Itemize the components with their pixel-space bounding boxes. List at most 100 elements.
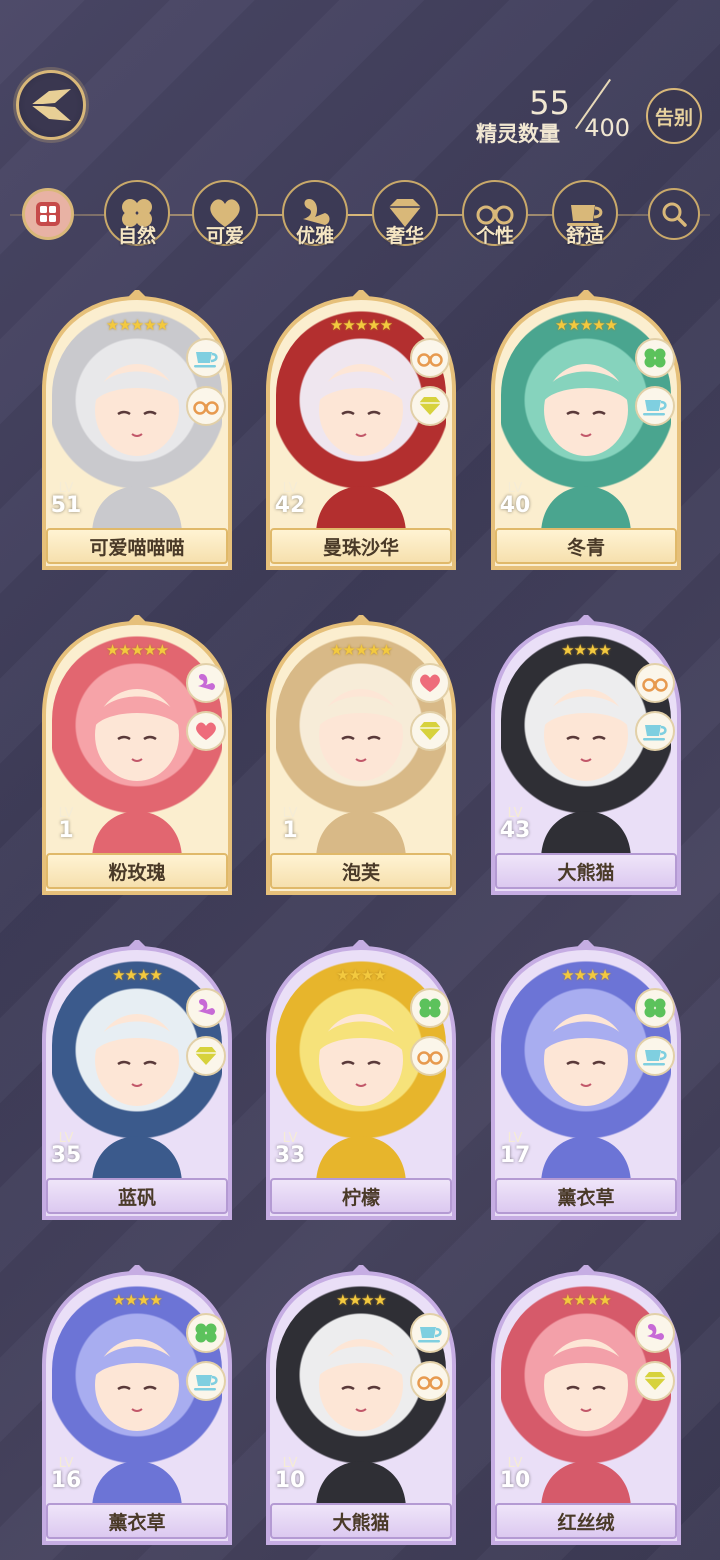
level-value: 10 [274,1468,306,1493]
filter-comfort-button[interactable]: 舒适 [552,180,618,247]
spirit-card[interactable]: ★★★★ LV 35 蓝矾 [42,940,232,1220]
spirit-card[interactable]: ★★★★ LV 16 薰衣草 [42,1265,232,1545]
heart-tag-icon [186,711,226,751]
level-value: 16 [50,1468,82,1493]
rarity-stars: ★★★★★ [329,316,393,334]
spirit-name: 冬青 [495,528,677,564]
search-icon [662,202,687,227]
cup-tag-icon [635,386,675,426]
filter-nature-button[interactable]: 自然 [104,180,170,247]
cup-tag-icon [635,1036,675,1076]
filter-elegant-button[interactable]: 优雅 [282,180,348,247]
filter-all-button[interactable] [22,188,74,240]
level-badge: LV 16 [46,1457,86,1492]
diamond-tag-icon [186,1036,226,1076]
level-value: 10 [499,1468,531,1493]
filter-luxury-label: 奢华 [385,225,425,247]
count-current: 55 [529,84,570,122]
glasses-tag-icon [635,663,675,703]
swan-tag-icon [186,663,226,703]
clover-tag-icon [635,988,675,1028]
diamond-tag-icon [635,1361,675,1401]
level-badge: LV 51 [46,482,86,517]
glasses-tag-icon [410,1036,450,1076]
rarity-stars: ★★★★★ [105,316,169,334]
rarity-stars: ★★★★★ [329,641,393,659]
level-badge: LV 17 [495,1132,535,1167]
level-badge: LV 10 [495,1457,535,1492]
glasses-tag-icon [410,338,450,378]
spirit-name: 粉玫瑰 [46,853,228,889]
glasses-tag-icon [186,386,226,426]
level-value: 43 [499,818,531,843]
count-label: 精灵数量 [476,122,560,146]
spirit-name: 蓝矾 [46,1178,228,1214]
level-badge: LV 10 [270,1457,310,1492]
level-badge: LV 1 [46,807,86,842]
rarity-stars: ★★★★ [336,1291,387,1309]
spirit-name: 大熊猫 [495,853,677,889]
swan-tag-icon [635,1313,675,1353]
level-value: 1 [58,818,74,843]
spirit-card[interactable]: ★★★★ LV 10 大熊猫 [266,1265,456,1545]
spirit-name: 红丝绒 [495,1503,677,1539]
clover-tag-icon [186,1313,226,1353]
diamond-tag-icon [410,711,450,751]
spirit-card[interactable]: ★★★★★ LV 42 曼珠沙华 [266,290,456,570]
level-badge: LV 35 [46,1132,86,1167]
category-filter-bar: 自然 可爱 优雅 奢华 个性 舒适 [0,178,720,258]
grid-icon [36,202,60,226]
spirit-name: 曼珠沙华 [270,528,452,564]
diamond-tag-icon [410,386,450,426]
glasses-tag-icon [410,1361,450,1401]
rarity-stars: ★★★★ [561,641,612,659]
spirit-card[interactable]: ★★★★★ LV 1 泡芙 [266,615,456,895]
level-value: 33 [274,1143,306,1168]
level-badge: LV 40 [495,482,535,517]
spirit-counter: 55 精灵数量 400 [450,78,630,146]
filter-nature-label: 自然 [117,225,157,247]
level-value: 1 [282,818,298,843]
spirit-name: 可爱喵喵喵 [46,528,228,564]
spirit-name: 薰衣草 [495,1178,677,1214]
back-arrow-icon [31,89,71,121]
rarity-stars: ★★★★ [112,966,163,984]
heart-tag-icon [410,663,450,703]
filter-cute-button[interactable]: 可爱 [192,180,258,247]
spirit-card[interactable]: ★★★★ LV 10 红丝绒 [491,1265,681,1545]
cup-tag-icon [186,338,226,378]
cup-tag-icon [635,711,675,751]
rarity-stars: ★★★★ [112,1291,163,1309]
filter-comfort-label: 舒适 [565,225,605,247]
clover-tag-icon [410,988,450,1028]
back-button[interactable] [16,70,86,140]
spirit-card[interactable]: ★★★★ LV 43 大熊猫 [491,615,681,895]
spirit-card[interactable]: ★★★★★ LV 40 冬青 [491,290,681,570]
clover-tag-icon [635,338,675,378]
filter-elegant-label: 优雅 [295,225,335,247]
search-button[interactable] [648,188,700,240]
rarity-stars: ★★★★★ [105,641,169,659]
rarity-stars: ★★★★★ [554,316,618,334]
spirit-name: 薰衣草 [46,1503,228,1539]
rarity-stars: ★★★★ [336,966,387,984]
swan-tag-icon [186,988,226,1028]
filter-personality-button[interactable]: 个性 [462,180,528,247]
filter-luxury-button[interactable]: 奢华 [372,180,438,247]
level-badge: LV 43 [495,807,535,842]
level-value: 42 [274,493,306,518]
level-value: 35 [50,1143,82,1168]
spirit-card[interactable]: ★★★★ LV 33 柠檬 [266,940,456,1220]
farewell-button[interactable]: 告别 [646,88,702,144]
spirit-card[interactable]: ★★★★ LV 17 薰衣草 [491,940,681,1220]
spirit-card[interactable]: ★★★★★ LV 1 粉玫瑰 [42,615,232,895]
spirit-name: 柠檬 [270,1178,452,1214]
level-badge: LV 1 [270,807,310,842]
cup-tag-icon [186,1361,226,1401]
spirit-name: 大熊猫 [270,1503,452,1539]
level-value: 40 [499,493,531,518]
rarity-stars: ★★★★ [561,1291,612,1309]
cup-tag-icon [410,1313,450,1353]
rarity-stars: ★★★★ [561,966,612,984]
spirit-card[interactable]: ★★★★★ LV 51 可爱喵喵喵 [42,290,232,570]
